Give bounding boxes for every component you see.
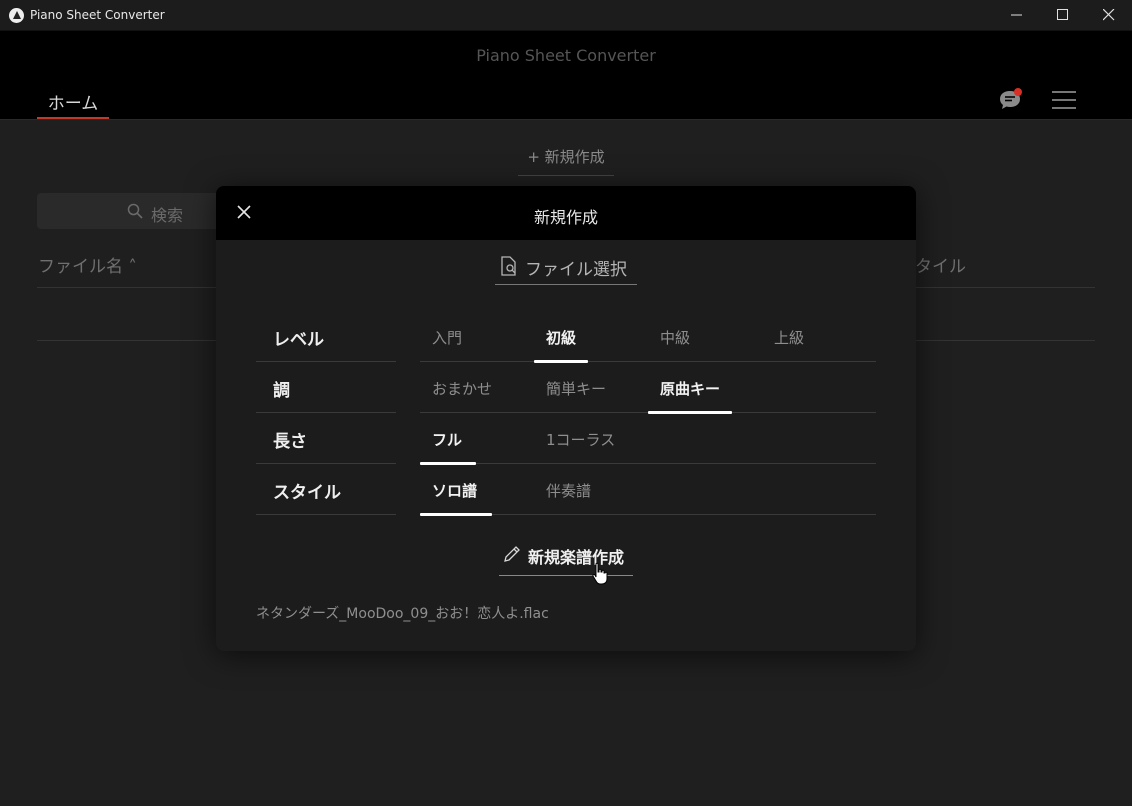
maximize-button[interactable]: [1040, 0, 1086, 31]
file-select-button[interactable]: ファイル選択: [495, 252, 637, 285]
key-options: おまかせ 簡単キー 原曲キー: [420, 363, 876, 414]
app-logo-icon: [9, 8, 24, 23]
file-search-icon: [501, 256, 516, 276]
minimize-button[interactable]: [994, 0, 1040, 31]
row-label-level: レベル: [256, 312, 396, 362]
dialog-title: 新規作成: [533, 208, 598, 227]
option-length-one-chorus[interactable]: 1コーラス: [534, 414, 627, 464]
tab-home-label: ホーム: [47, 94, 99, 114]
new-file-button[interactable]: + 新規作成: [518, 146, 614, 176]
dialog-header: 新規作成: [216, 186, 916, 240]
option-key-original[interactable]: 原曲キー: [648, 363, 733, 414]
notification-badge: [1014, 88, 1022, 96]
option-level-intermediate[interactable]: 中級: [648, 312, 702, 362]
option-level-elementary[interactable]: 初級: [534, 312, 589, 363]
minimize-icon: [1011, 14, 1022, 16]
column-header-filename[interactable]: ファイル名 ˄: [38, 252, 137, 277]
column-header-style[interactable]: タイル: [915, 252, 966, 277]
option-key-auto[interactable]: おまかせ: [420, 363, 504, 413]
window-close-button[interactable]: [1086, 0, 1132, 31]
row-label-style: スタイル: [256, 465, 396, 515]
option-style-solo[interactable]: ソロ譜: [420, 465, 492, 516]
selected-file-name: ネタンダーズ_MooDoo_09_おお！恋人よ.flac: [256, 606, 549, 622]
search-placeholder: 検索: [151, 206, 184, 225]
window-title: Piano Sheet Converter: [30, 8, 165, 22]
option-row-style: スタイル ソロ譜 伴奏譜: [256, 465, 876, 516]
option-level-advanced[interactable]: 上級: [762, 312, 816, 362]
window-titlebar: Piano Sheet Converter: [0, 0, 1132, 31]
app-title: Piano Sheet Converter: [476, 46, 656, 65]
maximize-icon: [1057, 9, 1068, 20]
option-level-beginner[interactable]: 入門: [420, 312, 474, 362]
pencil-icon: [504, 546, 520, 562]
style-options: ソロ譜 伴奏譜: [420, 465, 876, 516]
close-icon: [1103, 9, 1115, 21]
new-score-dialog: 新規作成 ファイル選択 レベル 入門 初級 中級 上級 調 おまかせ 簡単キー …: [216, 186, 916, 651]
hamburger-menu-icon[interactable]: [1052, 91, 1076, 109]
option-key-easy[interactable]: 簡単キー: [534, 363, 618, 413]
option-row-level: レベル 入門 初級 中級 上級: [256, 312, 876, 363]
length-options: フル 1コーラス: [420, 414, 876, 465]
option-row-length: 長さ フル 1コーラス: [256, 414, 876, 465]
app-header: Piano Sheet Converter ホーム: [0, 31, 1132, 120]
option-row-key: 調 おまかせ 簡単キー 原曲キー: [256, 363, 876, 414]
option-length-full[interactable]: フル: [420, 414, 476, 465]
level-options: 入門 初級 中級 上級: [420, 312, 876, 363]
hand-cursor-icon: [592, 562, 608, 585]
search-input[interactable]: 検索: [37, 193, 227, 229]
row-label-length: 長さ: [256, 414, 396, 464]
file-select-label: ファイル選択: [525, 260, 627, 280]
create-score-button[interactable]: 新規楽譜作成: [499, 540, 633, 576]
row-label-key: 調: [256, 363, 396, 413]
option-style-accompaniment[interactable]: 伴奏譜: [534, 465, 603, 515]
create-score-label: 新規楽譜作成: [528, 548, 625, 567]
search-icon: [127, 203, 143, 219]
tab-home[interactable]: ホーム: [37, 89, 109, 119]
